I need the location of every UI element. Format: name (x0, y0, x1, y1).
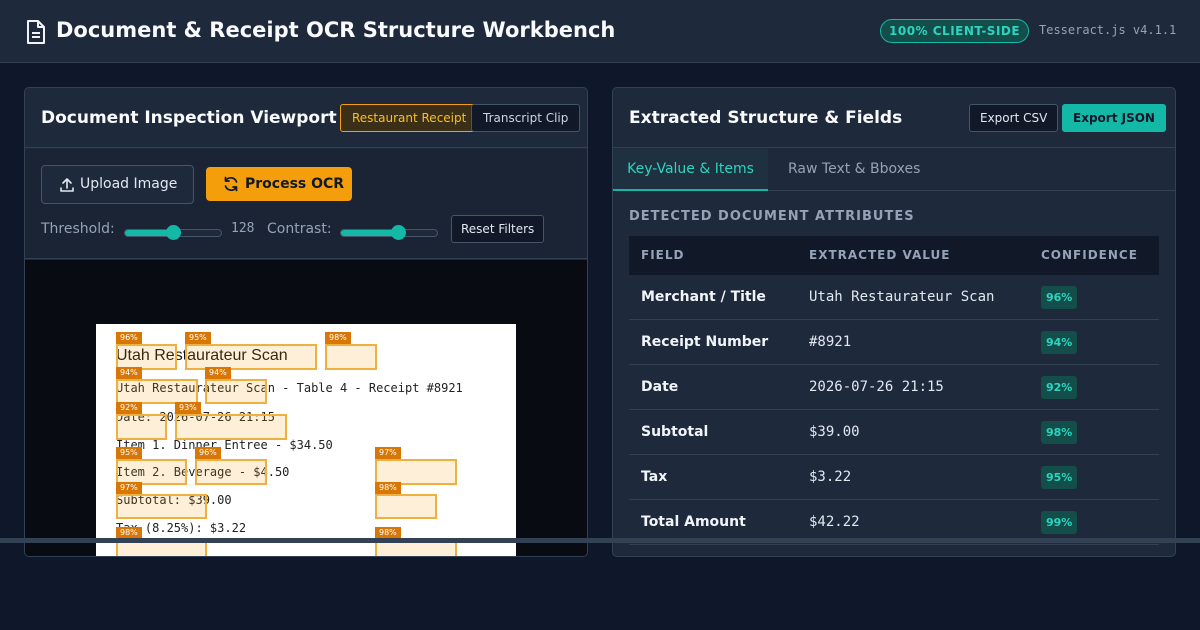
ocr-confidence-tag: 92% (116, 402, 142, 414)
table-row[interactable]: Date 2026-07-26 21:15 92% (629, 365, 1159, 410)
sample-transcript-clip-button[interactable]: Transcript Clip (471, 104, 581, 132)
table-row[interactable]: Receipt Number #8921 94% (629, 320, 1159, 365)
result-tabs: Key-Value & Items Raw Text & Bboxes (613, 149, 1175, 191)
sample-restaurant-receipt-button[interactable]: Restaurant Receipt (340, 104, 479, 132)
field-value: $3.22 (809, 469, 852, 485)
export-csv-button[interactable]: Export CSV (969, 104, 1059, 132)
confidence-badge: 95% (1041, 466, 1078, 489)
export-json-button[interactable]: Export JSON (1062, 104, 1166, 132)
threshold-value: 128 (231, 221, 255, 236)
receipt-line: Item 1. Dinner Entree - $34.50 (116, 438, 333, 452)
field-value: $42.22 (809, 514, 860, 530)
ocr-bounding-box[interactable]: 98% (325, 332, 377, 370)
ocr-bounding-box[interactable]: 98% (375, 482, 437, 519)
column-header-field: FIELD (641, 248, 685, 262)
top-bar: Document & Receipt OCR Structure Workben… (0, 0, 1200, 63)
section-title: DETECTED DOCUMENT ATTRIBUTES (629, 209, 915, 224)
ocr-bounding-box[interactable]: 92% (116, 402, 167, 440)
refresh-icon (224, 176, 238, 192)
tab-raw-text-bboxes[interactable]: Raw Text & Bboxes (788, 149, 920, 191)
contrast-label: Contrast: (267, 221, 332, 237)
field-value: 2026-07-26 21:15 (809, 379, 944, 395)
ocr-confidence-tag: 94% (205, 367, 231, 379)
field-value: Utah Restaurateur Scan (809, 289, 995, 305)
column-header-confidence: CONFIDENCE (1041, 248, 1138, 262)
ocr-confidence-tag: 95% (185, 332, 211, 344)
image-controls: Upload Image Process OCR Threshold: 128 … (25, 149, 587, 259)
panel-title: Document Inspection Viewport (41, 108, 337, 128)
column-header-extracted-value: EXTRACTED VALUE (809, 248, 951, 262)
field-name: Receipt Number (641, 334, 769, 350)
table-header: FIELD EXTRACTED VALUE CONFIDENCE (629, 236, 1159, 275)
ocr-bounding-box[interactable]: 96% (195, 447, 267, 485)
process-ocr-label: Process OCR (245, 176, 345, 192)
threshold-label: Threshold: (41, 221, 115, 237)
field-value: $39.00 (809, 424, 860, 440)
contrast-slider-thumb[interactable] (391, 225, 407, 240)
contrast-slider-fill (341, 230, 399, 236)
horizontal-scrollbar[interactable] (0, 538, 1200, 543)
field-value: #8921 (809, 334, 852, 350)
field-name: Subtotal (641, 424, 709, 440)
ocr-bounding-box[interactable]: 97% (116, 482, 207, 519)
confidence-badge: 92% (1041, 376, 1078, 399)
field-name: Tax (641, 469, 668, 485)
table-row[interactable]: Merchant / Title Utah Restaurateur Scan … (629, 275, 1159, 320)
confidence-badge: 98% (1041, 421, 1078, 444)
extracted-structure-panel: Extracted Structure & Fields Export CSV … (612, 87, 1176, 557)
ocr-confidence-tag: 95% (116, 447, 142, 459)
version-label: Tesseract.js v4.1.1 (1039, 23, 1177, 37)
confidence-badge: 94% (1041, 331, 1078, 354)
field-name: Merchant / Title (641, 289, 766, 305)
ocr-confidence-tag: 98% (375, 482, 401, 494)
field-name: Total Amount (641, 514, 746, 530)
ocr-confidence-tag: 98% (325, 332, 351, 344)
table-row[interactable]: Tax $3.22 95% (629, 455, 1159, 500)
ocr-confidence-tag: 97% (116, 482, 142, 494)
ocr-confidence-tag: 97% (375, 447, 401, 459)
attributes-table: FIELD EXTRACTED VALUE CONFIDENCE Merchan… (629, 236, 1159, 545)
field-name: Date (641, 379, 679, 395)
table-row[interactable]: Subtotal $39.00 98% (629, 410, 1159, 455)
panel-header: Extracted Structure & Fields Export CSV … (613, 88, 1175, 148)
threshold-slider-thumb[interactable] (165, 225, 181, 240)
ocr-confidence-tag: 96% (195, 447, 221, 459)
app-title: Document & Receipt OCR Structure Workben… (56, 18, 616, 42)
document-icon (27, 20, 45, 44)
confidence-badge: 99% (1041, 511, 1078, 534)
ocr-confidence-tag: 93% (175, 402, 201, 414)
ocr-bounding-box[interactable]: 93% (175, 402, 287, 440)
panel-header: Document Inspection Viewport Restaurant … (25, 88, 587, 148)
upload-image-button[interactable]: Upload Image (41, 165, 194, 204)
confidence-badge: 96% (1041, 286, 1078, 309)
ocr-confidence-tag: 94% (116, 367, 142, 379)
panel-title: Extracted Structure & Fields (629, 108, 903, 128)
reset-filters-button[interactable]: Reset Filters (451, 215, 545, 243)
image-viewport[interactable]: Utah Restaurateur Scan Utah Restaurateur… (25, 260, 587, 556)
receipt-image: Utah Restaurateur Scan Utah Restaurateur… (96, 324, 516, 556)
tab-key-value-items[interactable]: Key-Value & Items (613, 149, 768, 191)
ocr-confidence-tag: 96% (116, 332, 142, 344)
contrast-slider-track[interactable] (340, 229, 438, 237)
ocr-bounding-box[interactable]: 94% (205, 367, 267, 404)
upload-icon (60, 178, 74, 192)
upload-image-label: Upload Image (80, 176, 178, 192)
process-ocr-button[interactable]: Process OCR (206, 167, 352, 201)
client-side-badge: 100% CLIENT-SIDE (880, 19, 1030, 43)
ocr-bounding-box[interactable]: 94% (116, 367, 198, 404)
document-inspection-panel: Document Inspection Viewport Restaurant … (24, 87, 588, 557)
